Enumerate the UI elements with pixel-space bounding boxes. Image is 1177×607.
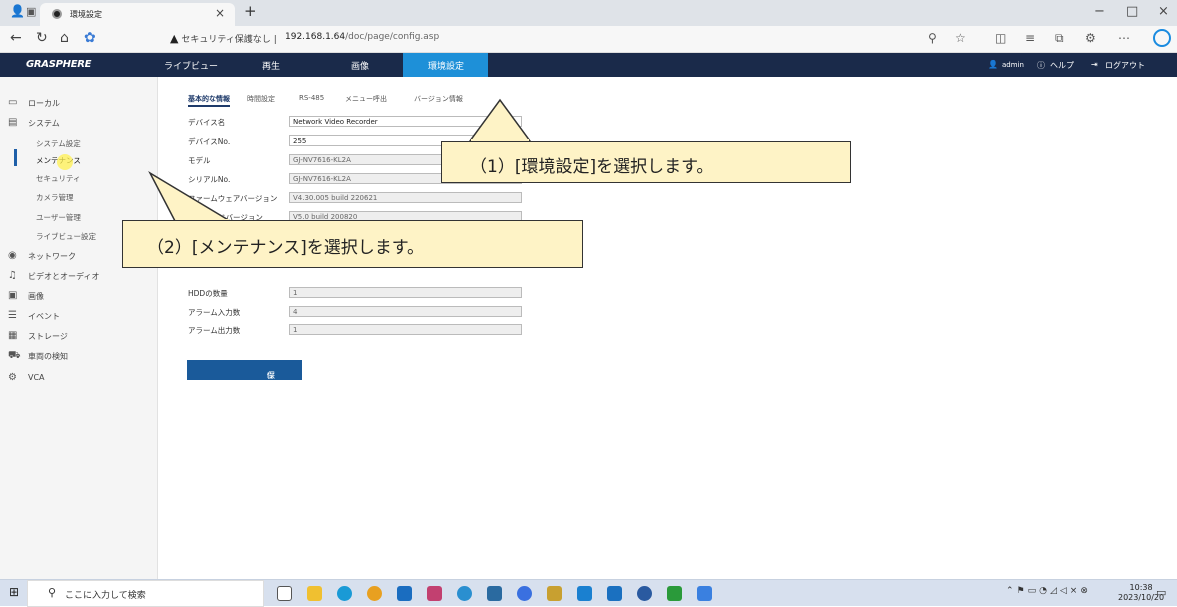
app-icon-6[interactable] <box>577 586 592 601</box>
app-icon-7[interactable] <box>607 586 622 601</box>
app-icon-9[interactable] <box>667 586 682 601</box>
callout-step1: （1）[環境設定]を選択します。 <box>441 141 851 183</box>
taskbar: ⊞ ⚲ ここに入力して検索 ⌃⚑▭◔◿◁×⊗ 10:38 2023/10/20 … <box>0 579 1177 607</box>
notification-icon[interactable]: ▭ <box>1156 586 1166 599</box>
app-icon-1[interactable] <box>427 586 442 601</box>
app-icon-3[interactable] <box>487 586 502 601</box>
search-icon: ⚲ <box>48 586 57 599</box>
app-icon-4[interactable] <box>517 586 532 601</box>
system-tray-icons[interactable]: ⌃⚑▭◔◿◁×⊗ <box>1006 586 1091 596</box>
app-icon-10[interactable] <box>697 586 712 601</box>
callout-pointers <box>148 98 532 223</box>
edge-icon[interactable] <box>337 586 352 601</box>
search-placeholder: ここに入力して検索 <box>65 591 146 601</box>
outlook-icon[interactable] <box>397 586 412 601</box>
file-explorer-icon[interactable] <box>307 586 322 601</box>
callout-step2: （2）[メンテナンス]を選択します。 <box>122 220 583 268</box>
app-icon-5[interactable] <box>547 586 562 601</box>
callout1-pointer <box>468 98 532 142</box>
app-icon-8[interactable] <box>637 586 652 601</box>
chrome-icon[interactable] <box>367 586 382 601</box>
app-icon-2[interactable] <box>457 586 472 601</box>
taskbar-search[interactable]: ⚲ ここに入力して検索 <box>27 580 264 607</box>
callout2-pointer <box>148 170 233 222</box>
windows-start-icon[interactable]: ⊞ <box>9 585 19 599</box>
task-view-icon[interactable] <box>277 586 292 601</box>
